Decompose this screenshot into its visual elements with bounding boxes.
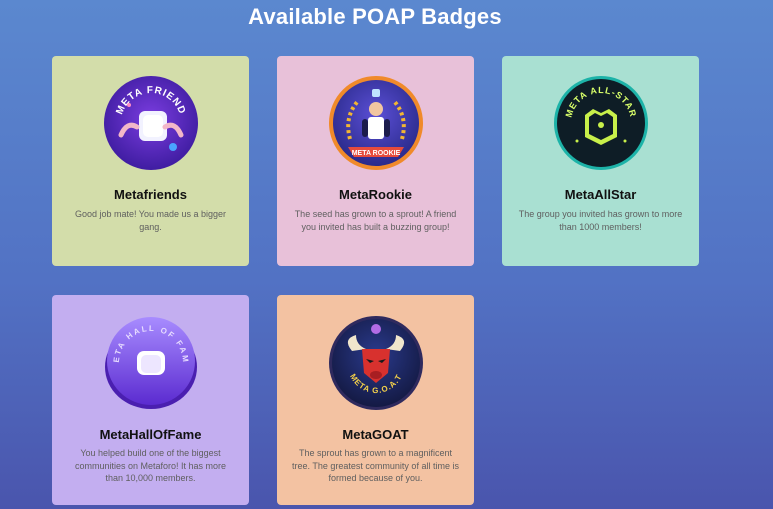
meta-friend-badge-icon: META FRIEND — [103, 75, 199, 171]
badge-description: The sprout has grown to a magnificent tr… — [292, 448, 459, 483]
badge-card-metarookie[interactable]: META ROOKIE MetaRookie The seed has grow… — [277, 56, 474, 266]
page-title: Available POAP Badges — [248, 4, 502, 29]
badge-description: The group you invited has grown to more … — [518, 209, 683, 232]
badge-card-metafriends[interactable]: META FRIEND Metafriends Good job mate! Y… — [52, 56, 249, 266]
badge-title: MetaAllStar — [564, 187, 637, 202]
badge-title: MetaRookie — [339, 187, 412, 202]
svg-text:META ROOKIE: META ROOKIE — [351, 150, 400, 157]
badge-title: MetaGOAT — [342, 427, 409, 442]
badge-card-metahalloffame[interactable]: META HALL OF FAME MetaHallOfFame You hel… — [52, 295, 249, 505]
badge-card-metaallstar[interactable]: META ALL-STAR MetaAllStar The group you … — [502, 56, 699, 266]
badge-description: Good job mate! You made us a bigger gang… — [74, 209, 227, 232]
badge-title: Metafriends — [114, 187, 187, 202]
meta-all-star-badge-icon: META ALL-STAR — [553, 75, 649, 171]
meta-rookie-badge-icon: META ROOKIE — [328, 75, 424, 171]
meta-hall-of-fame-badge-icon: META HALL OF FAME — [103, 315, 199, 411]
badge-card-metagoat[interactable]: META G.O.A.T MetaGOAT The sprout has gro… — [277, 295, 474, 505]
meta-goat-badge-icon: META G.O.A.T — [328, 315, 424, 411]
badge-description: The seed has grown to a sprout! A friend… — [294, 209, 457, 232]
badge-description: You helped build one of the biggest comm… — [74, 448, 227, 483]
badge-title: MetaHallOfFame — [99, 427, 202, 442]
